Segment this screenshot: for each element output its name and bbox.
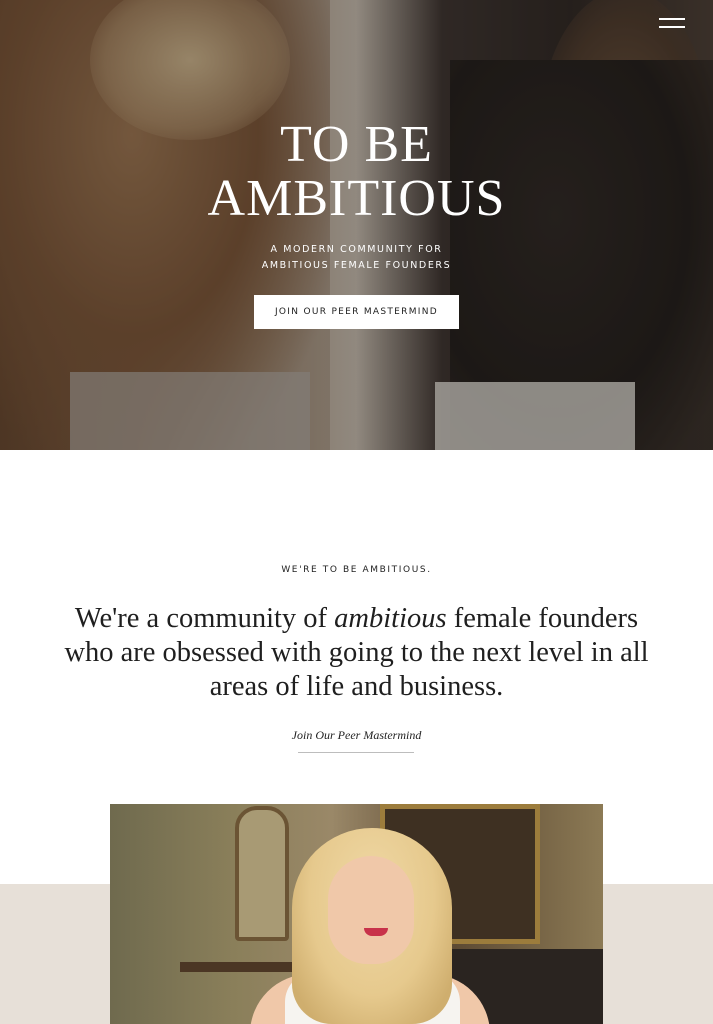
intro-statement-before: We're a community of	[74, 603, 335, 634]
hero-subtitle-line-2: AMBITIOUS FEMALE FOUNDERS	[261, 260, 452, 271]
menu-line	[659, 26, 685, 28]
photo-side-table	[180, 962, 300, 972]
join-mastermind-link[interactable]: Join Our Peer Mastermind	[0, 728, 713, 743]
link-underline	[298, 752, 414, 753]
hero-section: TO BE AMBITIOUS A MODERN COMMUNITY FOR A…	[0, 0, 713, 450]
hero-subtitle: A MODERN COMMUNITY FOR AMBITIOUS FEMALE …	[0, 242, 713, 274]
hero-title: TO BE AMBITIOUS	[0, 118, 713, 226]
hamburger-menu-icon[interactable]	[659, 16, 685, 28]
join-mastermind-button[interactable]: JOIN OUR PEER MASTERMIND	[254, 295, 459, 329]
hero-title-line-1: TO BE	[280, 116, 433, 173]
menu-line	[659, 18, 685, 20]
intro-statement-emphasis: ambitious	[334, 603, 447, 634]
intro-eyebrow: WE'RE TO BE AMBITIOUS.	[281, 565, 432, 575]
hero-subtitle-line-1: A MODERN COMMUNITY FOR	[270, 244, 443, 255]
intro-statement: We're a community of ambitious female fo…	[60, 602, 653, 704]
hero-title-line-2: AMBITIOUS	[207, 170, 506, 227]
founder-photo	[110, 804, 603, 1024]
photo-face	[328, 856, 414, 964]
photo-mirror	[235, 806, 289, 941]
